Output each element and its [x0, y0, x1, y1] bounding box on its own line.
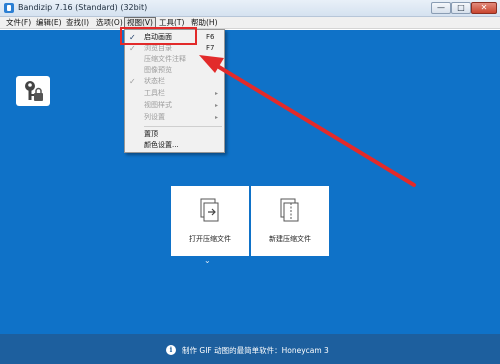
annotation-arrow	[199, 55, 416, 187]
bandizip-window: Bandizip 7.16 (Standard) (32bit) — □ ✕ 文…	[0, 0, 500, 364]
